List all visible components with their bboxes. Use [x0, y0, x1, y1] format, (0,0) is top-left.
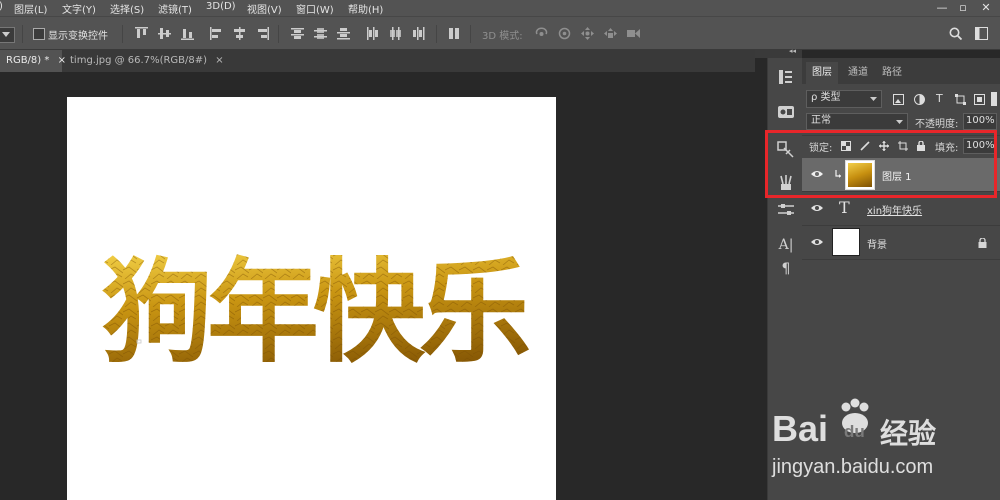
- collapse-panels-icon[interactable]: ◂◂: [789, 47, 796, 55]
- canvas-title-texture: 狗年快乐: [101, 248, 529, 378]
- chevron-down-icon: [896, 120, 903, 124]
- chevron-down-icon: [2, 32, 10, 37]
- distribute-right-icon[interactable]: [412, 27, 425, 40]
- menu-help[interactable]: 帮助(H): [348, 1, 383, 16]
- document-canvas[interactable]: 狗年快乐 狗年快乐: [67, 97, 556, 500]
- filter-toggle-switch[interactable]: [991, 92, 997, 106]
- blend-mode-dropdown[interactable]: 正常: [806, 113, 908, 130]
- distribute-bottom-icon[interactable]: [337, 27, 350, 40]
- align-bottom-edges-icon[interactable]: [181, 27, 194, 40]
- menu-filter[interactable]: 滤镜(T): [158, 1, 192, 16]
- opacity-label: 不透明度:: [915, 119, 959, 130]
- history-icon[interactable]: [777, 68, 795, 86]
- tab-channels[interactable]: 通道: [842, 62, 874, 84]
- tab-label: timg.jpg @ 66.7%(RGB/8#): [70, 55, 208, 66]
- document-tab-bar: RGB/8) * × timg.jpg @ 66.7%(RGB/8#) ×: [0, 50, 755, 72]
- tab-timg[interactable]: timg.jpg @ 66.7%(RGB/8#) ×: [64, 50, 224, 72]
- divider: [22, 25, 23, 43]
- divider: [278, 25, 279, 43]
- tab-layers[interactable]: 图层: [806, 62, 838, 84]
- text-layer-thumb-icon: T: [839, 198, 850, 217]
- show-transform-checkbox[interactable]: [33, 28, 45, 40]
- restore-button[interactable]: ▫: [953, 0, 973, 16]
- 3d-mode-label: 3D 模式:: [482, 31, 523, 42]
- highlight-annotation-box: [765, 130, 997, 198]
- lock-icon: [978, 238, 987, 248]
- menu-3d[interactable]: 3D(D): [206, 1, 236, 12]
- distribute-left-icon[interactable]: [366, 27, 379, 40]
- align-right-edges-icon[interactable]: [256, 27, 269, 40]
- character-panel-icon[interactable]: A|: [777, 236, 795, 254]
- watermark-brand-du: du: [844, 422, 865, 441]
- search-icon[interactable]: [949, 27, 962, 40]
- smart-object-filter-icon[interactable]: [974, 94, 985, 105]
- golden-text-artwork: 狗年快乐 狗年快乐: [101, 248, 535, 378]
- menu-view[interactable]: 视图(V): [247, 1, 282, 16]
- minimize-button[interactable]: —: [932, 0, 952, 16]
- panel-collapse-strip: ◂◂: [755, 47, 802, 58]
- menu-window[interactable]: 窗口(W): [296, 1, 334, 16]
- tab-label: RGB/8) *: [6, 55, 50, 66]
- pixel-layer-filter-icon[interactable]: [893, 94, 904, 105]
- menu-bar: ) 图层(L) 文字(Y) 选择(S) 滤镜(T) 3D(D) 视图(V) 窗口…: [0, 0, 1000, 16]
- baidu-jingyan-watermark: Bai du 经验 jingyan.baidu.com: [772, 398, 997, 488]
- blend-mode-value: 正常: [811, 115, 831, 126]
- align-top-edges-icon[interactable]: [135, 27, 148, 40]
- chevron-down-icon: [870, 97, 877, 101]
- scale-3d-icon[interactable]: [627, 27, 640, 40]
- close-tab-icon[interactable]: ×: [215, 55, 223, 66]
- actions-icon[interactable]: [777, 103, 795, 121]
- watermark-url: jingyan.baidu.com: [772, 456, 934, 478]
- slide-3d-icon[interactable]: [604, 27, 617, 40]
- roll-3d-icon[interactable]: [558, 27, 571, 40]
- layer-row-background[interactable]: 背景: [802, 226, 1000, 260]
- drag-3d-icon[interactable]: [581, 27, 594, 40]
- search-glyph: ρ: [811, 92, 818, 103]
- tab-active-document[interactable]: RGB/8) * ×: [0, 50, 66, 72]
- distribute-horizontal-centers-icon[interactable]: [389, 27, 402, 40]
- align-horizontal-centers-icon[interactable]: [233, 27, 246, 40]
- type-layer-filter-icon[interactable]: T: [936, 92, 943, 105]
- opacity-input[interactable]: 100%: [963, 113, 997, 130]
- visibility-eye-icon[interactable]: [810, 236, 824, 248]
- shape-layer-filter-icon[interactable]: [955, 94, 966, 105]
- menu-edge-glyph: ): [0, 1, 3, 12]
- visibility-eye-icon[interactable]: [810, 202, 824, 214]
- menu-select[interactable]: 选择(S): [110, 1, 144, 16]
- align-left-edges-icon[interactable]: [210, 27, 223, 40]
- menu-layer[interactable]: 图层(L): [14, 1, 47, 16]
- divider: [122, 25, 123, 43]
- align-vertical-centers-icon[interactable]: [158, 27, 171, 40]
- watermark-brand: Bai: [772, 408, 829, 449]
- watermark-brand-cn: 经验: [880, 417, 937, 450]
- show-transform-label: 显示变换控件: [48, 31, 108, 42]
- divider: [470, 25, 471, 43]
- distribute-vertical-centers-icon[interactable]: [314, 27, 327, 40]
- tab-paths[interactable]: 路径: [876, 62, 908, 84]
- layer-name: xin狗年快乐: [867, 206, 923, 217]
- tool-preset-dropdown[interactable]: [0, 27, 15, 43]
- auto-align-layers-icon[interactable]: [448, 27, 461, 40]
- options-bar: 显示变换控件 3D 模式:: [0, 16, 1000, 50]
- divider: [436, 25, 437, 43]
- layer-thumbnail: [832, 228, 860, 256]
- filter-type-label: 类型: [820, 92, 841, 103]
- layer-filter-dropdown[interactable]: ρ 类型: [806, 90, 882, 108]
- adjustments-icon[interactable]: [777, 201, 795, 219]
- paragraph-panel-icon[interactable]: ¶: [777, 260, 795, 278]
- layer-name: 背景: [867, 240, 887, 251]
- adjustment-layer-filter-icon[interactable]: [914, 94, 925, 105]
- distribute-top-icon[interactable]: [291, 27, 304, 40]
- rotate-3d-icon[interactable]: [535, 27, 548, 40]
- gutter: [755, 58, 767, 500]
- close-window-button[interactable]: ✕: [976, 0, 996, 16]
- workspace-icon[interactable]: [975, 27, 988, 40]
- menu-type[interactable]: 文字(Y): [62, 1, 96, 16]
